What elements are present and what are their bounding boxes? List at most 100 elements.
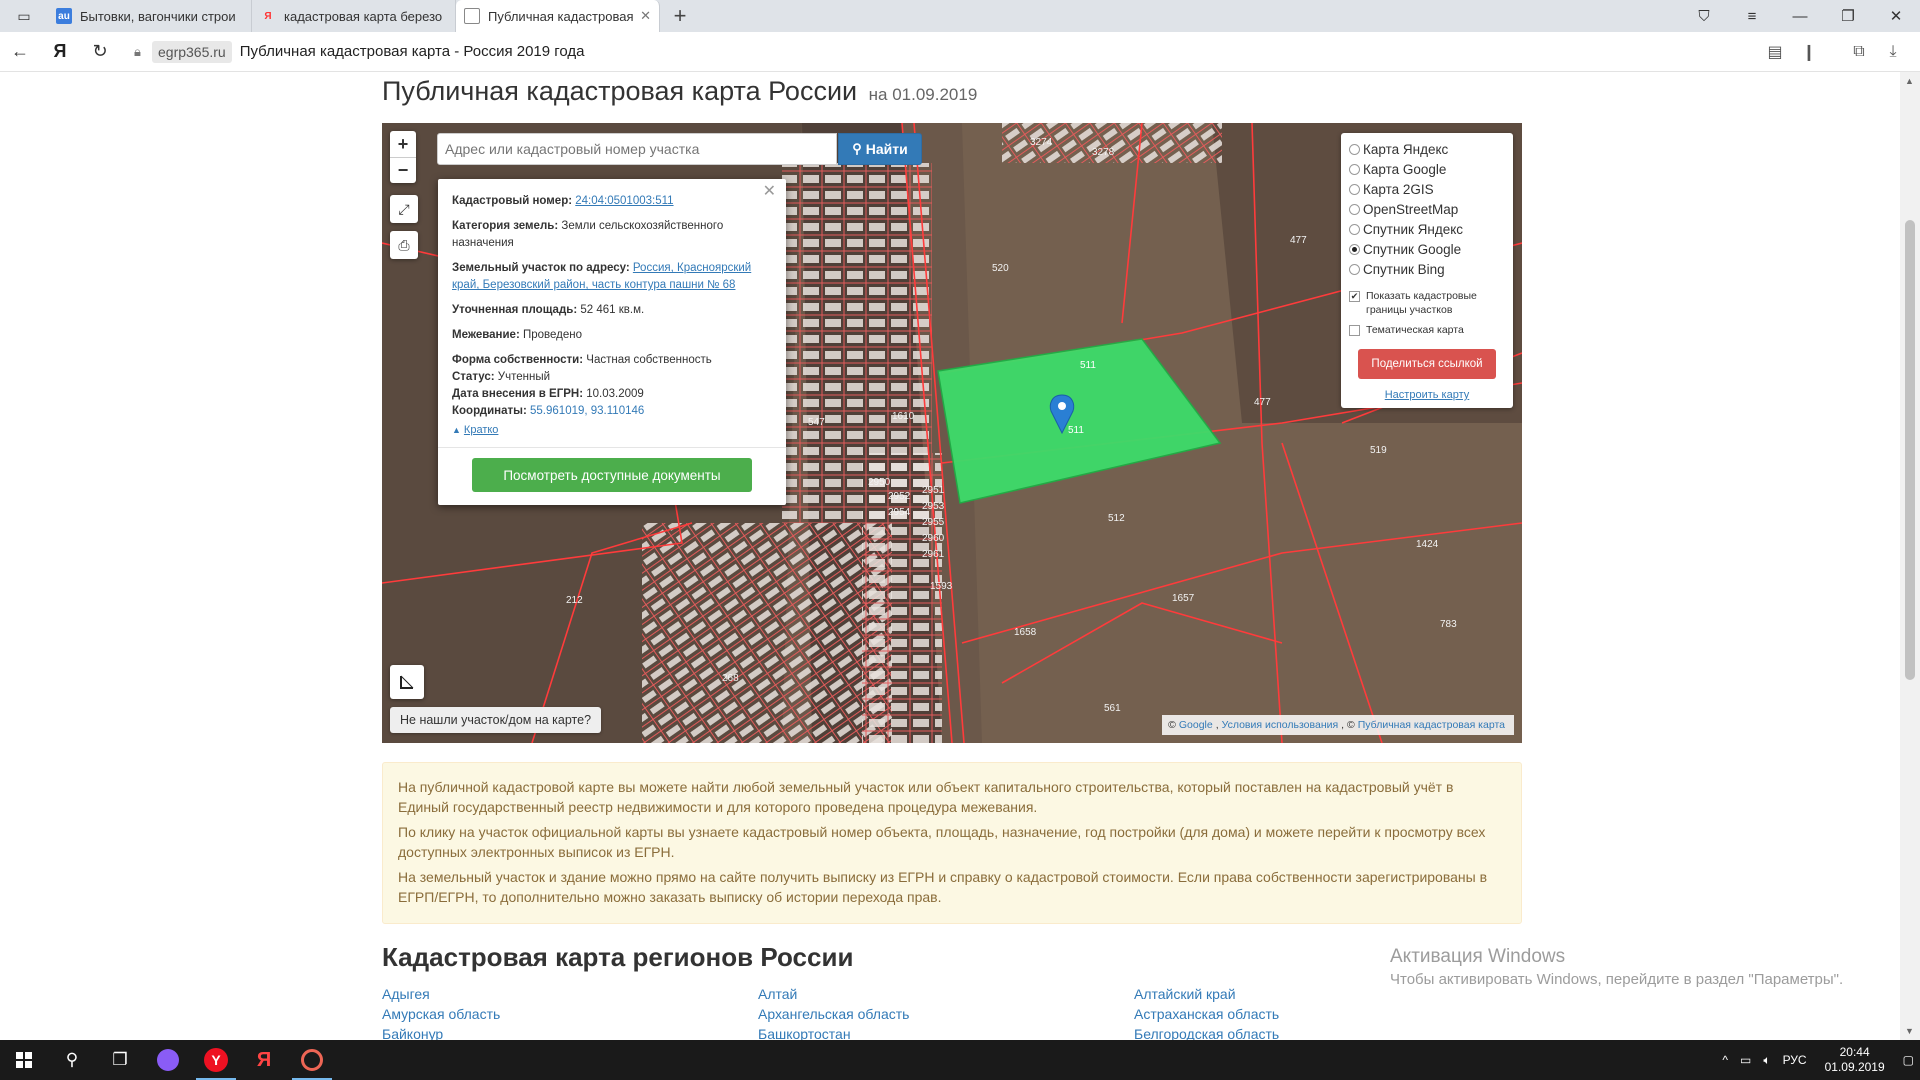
regions-heading: Кадастровая карта регионов России xyxy=(382,942,854,972)
coordinates-link[interactable]: 55.961019, 93.110146 xyxy=(530,405,644,417)
windows-start-icon[interactable] xyxy=(0,1040,48,1080)
layer-option[interactable]: Карта Яндекс xyxy=(1349,139,1505,159)
collections-icon[interactable]: ⧉ xyxy=(1842,43,1876,61)
region-link[interactable]: Башкортостан xyxy=(758,1024,1128,1040)
region-link[interactable]: Байконур xyxy=(382,1024,752,1040)
parcel-label: 3278 xyxy=(1092,147,1115,158)
pkk-link[interactable]: Публичная кадастровая карта xyxy=(1358,719,1505,731)
system-tray: ^ ▭ 🔈︎ РУС 20:44 01.09.2019 ▢ xyxy=(1716,1040,1920,1080)
google-link[interactable]: Google xyxy=(1179,719,1213,731)
minimize-icon[interactable]: — xyxy=(1776,0,1824,32)
back-icon[interactable]: ← xyxy=(0,32,40,72)
bookmarks-panel-icon[interactable]: ⛉ xyxy=(1680,0,1728,32)
yandex-home-icon[interactable]: Я xyxy=(40,32,80,72)
region-link[interactable]: Астраханская область xyxy=(1134,1004,1504,1024)
checkbox-checked[interactable]: ✔ xyxy=(1349,291,1360,302)
browser-tab-active[interactable]: Публичная кадастровая ✕ xyxy=(456,0,660,32)
configure-map-link[interactable]: Настроить карту xyxy=(1349,389,1505,401)
yandex-icon[interactable]: Я xyxy=(240,1040,288,1080)
collapse-link[interactable]: ▲ Кратко xyxy=(452,422,772,439)
scroll-down-icon[interactable]: ▼ xyxy=(1905,1026,1914,1036)
region-link[interactable]: Амурская область xyxy=(382,1004,752,1024)
regions-column: Адыгея Амурская область Байконур xyxy=(382,984,752,1040)
cadastral-number-link[interactable]: 24:04:0501003:511 xyxy=(575,195,673,207)
domain-chip[interactable]: egrp365.ru xyxy=(152,40,232,63)
volume-icon[interactable]: 🔈︎ xyxy=(1763,1053,1770,1068)
restore-icon[interactable]: ❐ xyxy=(1824,0,1872,32)
download-icon[interactable]: ⤓ xyxy=(1876,43,1910,61)
region-link[interactable]: Белгородская область xyxy=(1134,1024,1504,1040)
parcel-label: 547 xyxy=(808,417,825,428)
ruler-button[interactable] xyxy=(390,665,424,699)
reader-mode-icon[interactable]: ▤ xyxy=(1758,42,1792,62)
menu-icon[interactable]: ≡ xyxy=(1728,0,1776,32)
clock[interactable]: 20:44 01.09.2019 xyxy=(1825,1045,1885,1075)
scrollbar-thumb[interactable] xyxy=(1905,220,1915,680)
layer-option-label: Спутник Google xyxy=(1363,241,1462,257)
new-tab-icon[interactable]: + xyxy=(660,0,700,32)
checkbox[interactable] xyxy=(1349,325,1360,336)
page-scrollbar[interactable]: ▲ ▼ xyxy=(1900,72,1920,1040)
thematic-map-option[interactable]: Тематическая карта xyxy=(1349,323,1505,337)
not-found-button[interactable]: Не нашли участок/дом на карте? xyxy=(390,707,602,733)
region-link[interactable]: Архангельская область xyxy=(758,1004,1128,1024)
terms-link[interactable]: Условия использования xyxy=(1222,719,1339,731)
search-icon[interactable]: ⚲ xyxy=(48,1040,96,1080)
layer-option[interactable]: Спутник Google xyxy=(1349,239,1505,259)
radio-button[interactable] xyxy=(1349,223,1360,235)
browser-tab[interactable]: au Бытовки, вагончики строи xyxy=(48,0,252,32)
parcel-label: 1593 xyxy=(930,581,953,592)
browser-tab[interactable]: Я кадастровая карта березо xyxy=(252,0,456,32)
app-icon[interactable] xyxy=(288,1040,336,1080)
fullscreen-icon[interactable]: ⤢ xyxy=(390,195,418,223)
share-link-button[interactable]: Поделиться ссылкой xyxy=(1358,349,1496,379)
close-tab-icon[interactable]: ✕ xyxy=(640,8,651,24)
language-indicator[interactable]: РУС xyxy=(1783,1053,1807,1067)
yandex-browser-icon[interactable]: Y xyxy=(192,1040,240,1080)
task-view-icon[interactable]: ❐ xyxy=(96,1040,144,1080)
layer-option-label: Спутник Bing xyxy=(1363,261,1445,277)
alice-icon[interactable] xyxy=(144,1040,192,1080)
close-icon[interactable]: ✕ xyxy=(763,183,776,200)
notifications-icon[interactable]: ▢ xyxy=(1903,1053,1914,1067)
map-search-input[interactable] xyxy=(437,133,837,165)
chevron-up-icon[interactable]: ^ xyxy=(1722,1053,1728,1067)
thematic-map-label: Тематическая карта xyxy=(1366,324,1464,336)
zoom-in-button[interactable]: + xyxy=(390,131,416,157)
radio-button[interactable] xyxy=(1349,183,1360,195)
zoom-out-button[interactable]: − xyxy=(390,157,416,183)
bookmark-icon[interactable]: ❙ xyxy=(1792,42,1826,62)
close-window-icon[interactable]: ✕ xyxy=(1872,0,1920,32)
network-icon[interactable]: ▭ xyxy=(1740,1053,1751,1067)
parcel-label: 477 xyxy=(1290,235,1307,246)
radio-button-selected[interactable] xyxy=(1349,243,1360,255)
status-label: Статус: xyxy=(452,371,495,383)
layer-option[interactable]: Спутник Яндекс xyxy=(1349,219,1505,239)
zoom-control: + − xyxy=(390,131,416,183)
cadastral-map[interactable]: 511 511 520 477 477 519 512 547 1610 142… xyxy=(382,123,1522,743)
radio-button[interactable] xyxy=(1349,163,1360,175)
layer-option[interactable]: OpenStreetMap xyxy=(1349,199,1505,219)
layer-option[interactable]: Спутник Bing xyxy=(1349,259,1505,279)
radio-button[interactable] xyxy=(1349,203,1360,215)
sidebar-toggle-icon[interactable]: ▭ xyxy=(0,0,48,32)
parcel-label: 2951 xyxy=(922,485,945,496)
scroll-up-icon[interactable]: ▲ xyxy=(1905,76,1914,86)
radio-button[interactable] xyxy=(1349,263,1360,275)
region-link[interactable]: Алтай xyxy=(758,984,1128,1004)
radio-button[interactable] xyxy=(1349,143,1360,155)
region-link[interactable]: Адыгея xyxy=(382,984,752,1004)
url-field[interactable]: 🔒︎ egrp365.ru Публичная кадастровая карт… xyxy=(134,38,1758,66)
show-borders-label: Показать кадастровые границы участков xyxy=(1366,290,1477,316)
show-borders-option[interactable]: ✔ Показать кадастровые границы участков xyxy=(1349,289,1505,317)
reload-icon[interactable]: ↻ xyxy=(80,32,120,72)
layer-option[interactable]: Карта 2GIS xyxy=(1349,179,1505,199)
search-button[interactable]: ⚲ Найти xyxy=(838,133,922,165)
parcel-label: 1658 xyxy=(1014,627,1037,638)
view-documents-button[interactable]: Посмотреть доступные документы xyxy=(472,458,752,492)
layer-option[interactable]: Карта Google xyxy=(1349,159,1505,179)
print-icon[interactable]: ⎙ xyxy=(390,231,418,259)
parcel-label: 783 xyxy=(1440,619,1457,630)
ownership-label: Форма собственности: xyxy=(452,354,584,366)
parcel-label: 561 xyxy=(1104,703,1121,714)
